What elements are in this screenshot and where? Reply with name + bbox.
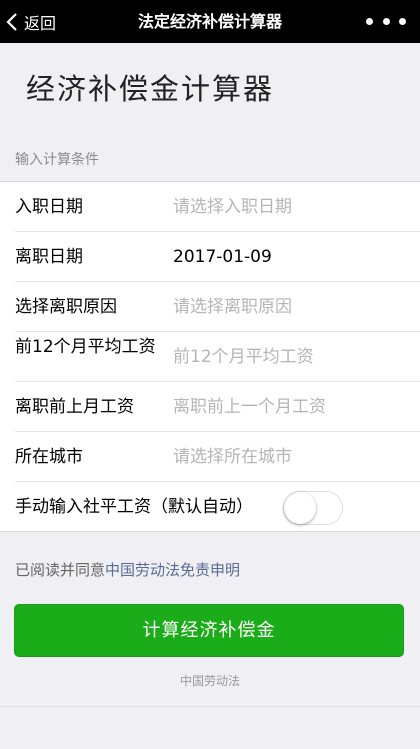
leave-date-label: 离职日期: [15, 247, 83, 267]
chevron-left-icon: [6, 12, 18, 32]
page-title: 经济补偿金计算器: [26, 72, 275, 106]
avg-salary-input[interactable]: 前12个月平均工资: [173, 332, 314, 382]
hire-date-picker[interactable]: 请选择入职日期: [173, 182, 292, 232]
avg-salary-label: 前12个月平均工资: [15, 337, 156, 357]
last-salary-input[interactable]: 离职前上一个月工资: [173, 382, 326, 432]
disclaimer-link[interactable]: 中国劳动法免责申明: [105, 561, 240, 579]
row-city[interactable]: 所在城市 请选择所在城市: [0, 432, 420, 482]
agreement-text: 已阅读并同意中国劳动法免责申明: [15, 559, 240, 580]
footer-brand: 中国劳动法: [179, 674, 240, 688]
toggle-knob: [284, 492, 316, 524]
row-leave-reason[interactable]: 选择离职原因 请选择离职原因: [0, 282, 420, 332]
row-last-salary[interactable]: 离职前上月工资 离职前上一个月工资: [0, 382, 420, 432]
hire-date-label: 入职日期: [15, 197, 83, 217]
leave-reason-label: 选择离职原因: [15, 297, 117, 317]
row-manual-salary: 手动输入社平工资（默认自动）: [0, 482, 420, 532]
row-hire-date[interactable]: 入职日期 请选择入职日期: [0, 182, 420, 232]
manual-salary-label: 手动输入社平工资（默认自动）: [15, 497, 253, 517]
leave-reason-select[interactable]: 请选择离职原因: [173, 282, 292, 332]
footer-divider: [0, 706, 420, 707]
row-leave-date[interactable]: 离职日期 2017-01-09: [0, 232, 420, 282]
agreement-prefix: 已阅读并同意: [15, 561, 106, 579]
city-label: 所在城市: [15, 447, 83, 467]
more-dots-icon[interactable]: [360, 0, 412, 43]
back-label: 返回: [24, 13, 57, 33]
row-avg-salary[interactable]: 前12个月平均工资 前12个月平均工资: [0, 332, 420, 382]
city-select[interactable]: 请选择所在城市: [173, 432, 292, 482]
input-form: 入职日期 请选择入职日期 离职日期 2017-01-09 选择离职原因 请选择离…: [0, 181, 420, 532]
back-button[interactable]: 返回: [6, 0, 56, 43]
section-label: 输入计算条件: [15, 152, 99, 168]
manual-salary-toggle[interactable]: [283, 491, 343, 525]
calculate-button[interactable]: 计算经济补偿金: [14, 604, 404, 657]
navbar: 返回 法定经济补偿计算器: [0, 0, 420, 43]
nav-title: 法定经济补偿计算器: [137, 12, 282, 31]
last-salary-label: 离职前上月工资: [15, 397, 134, 417]
leave-date-picker[interactable]: 2017-01-09: [173, 232, 272, 282]
